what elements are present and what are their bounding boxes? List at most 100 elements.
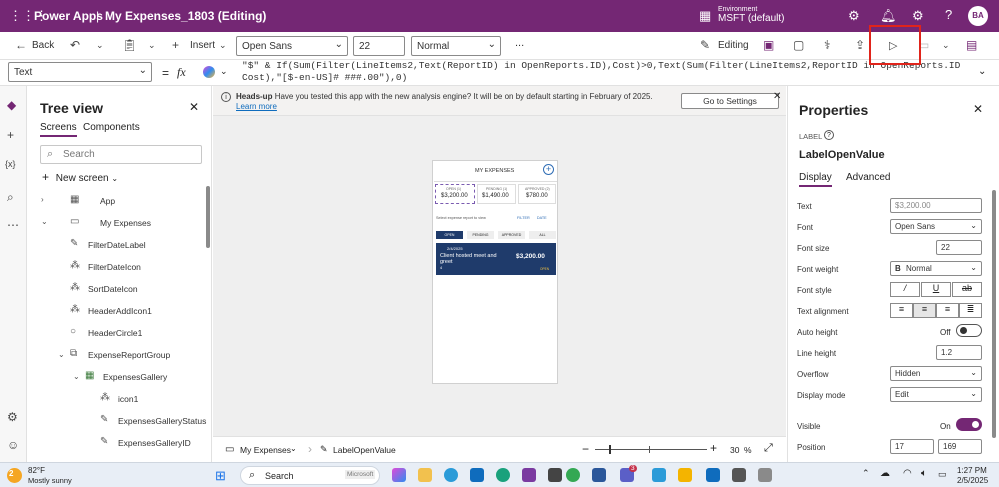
tree-item-app[interactable]: App xyxy=(100,196,115,206)
learn-more-link[interactable]: Learn more xyxy=(236,102,277,111)
wifi-icon[interactable]: ◠ xyxy=(903,468,912,479)
help-icon[interactable]: ? xyxy=(945,8,952,21)
go-to-settings-button[interactable]: Go to Settings xyxy=(681,93,779,109)
tray-chevron-icon[interactable]: ⌃ xyxy=(862,468,870,479)
edge-dev-icon[interactable] xyxy=(496,468,510,482)
stat-pending[interactable]: PENDING (1) $1,490.00 xyxy=(477,184,516,204)
undo-icon[interactable]: ↶ xyxy=(70,38,80,52)
tab-components[interactable]: Components xyxy=(83,122,140,133)
app-icon[interactable] xyxy=(652,468,666,482)
prop-line-height-input[interactable]: 1.2 xyxy=(936,345,982,360)
font-family-select[interactable]: Open Sans ⌄ xyxy=(236,36,348,56)
property-select[interactable]: Text ⌄ xyxy=(8,62,152,82)
strikethrough-button[interactable]: ab xyxy=(952,282,982,297)
tree-item-expensereportgroup[interactable]: ExpenseReportGroup xyxy=(88,350,170,360)
tree-item-expensesgallery[interactable]: ExpensesGallery xyxy=(103,372,167,382)
italic-button[interactable]: / xyxy=(890,282,920,297)
back-button[interactable]: Back xyxy=(32,40,54,51)
filter-date-label[interactable]: FILTER DATE xyxy=(517,216,547,220)
volume-icon[interactable]: 🔈︎ xyxy=(921,468,927,479)
tab-approved[interactable]: APPROVED xyxy=(498,231,525,239)
zoom-out-icon[interactable]: − xyxy=(582,442,589,456)
tree-item-filterdateicon[interactable]: FilterDateIcon xyxy=(88,262,141,272)
back-arrow-icon[interactable]: ← xyxy=(15,38,27,52)
tree-item-headeraddicon1[interactable]: HeaderAddIcon1 xyxy=(88,306,152,316)
control-breadcrumb[interactable]: LabelOpenValue xyxy=(333,445,396,455)
tree-item-my-expenses[interactable]: My Expenses xyxy=(100,218,151,228)
prop-display-mode-select[interactable]: Edit ⌄ xyxy=(890,387,982,402)
copilot-taskbar-icon[interactable] xyxy=(392,468,406,482)
chevron-right-icon[interactable]: › xyxy=(41,195,44,204)
properties-scrollbar[interactable] xyxy=(992,190,996,438)
tab-advanced[interactable]: Advanced xyxy=(846,172,890,183)
prop-position-y-input[interactable]: 169 xyxy=(938,439,982,454)
environment-picker[interactable]: Environment MSFT (default) xyxy=(718,5,785,24)
taskbar-search[interactable]: ⌕ Search Microsoft xyxy=(240,466,380,485)
header-add-icon[interactable]: + xyxy=(543,164,554,175)
prop-font-size-input[interactable]: 22 xyxy=(936,240,982,255)
tab-screens[interactable]: Screens xyxy=(40,122,77,137)
battery-icon[interactable]: ▭ xyxy=(938,469,947,480)
align-right-button[interactable]: ≡ xyxy=(936,303,959,318)
tree-scrollbar[interactable] xyxy=(206,186,210,248)
close-icon[interactable]: ✕ xyxy=(189,100,199,114)
chevron-down-icon[interactable]: ⌄ xyxy=(219,40,227,51)
tree-item-headercircle1[interactable]: HeaderCircle1 xyxy=(88,328,142,338)
insert-button[interactable]: Insert xyxy=(190,40,215,51)
chevron-down-icon[interactable]: ⌄ xyxy=(41,217,48,226)
variables-icon[interactable]: {x} xyxy=(5,159,16,169)
plus-icon[interactable]: + xyxy=(172,38,179,52)
word-icon[interactable] xyxy=(592,468,606,482)
terminal-icon[interactable] xyxy=(548,468,562,482)
tree-item-icon1[interactable]: icon1 xyxy=(118,394,138,404)
brand-name[interactable]: Power Apps xyxy=(34,9,103,23)
virtual-agent-icon[interactable]: ☺ xyxy=(7,438,19,452)
file-explorer-icon[interactable] xyxy=(418,468,432,482)
app-screen-preview[interactable]: MY EXPENSES + OPEN (1) $3,200.00 PENDING… xyxy=(432,160,558,384)
align-left-button[interactable]: ≡ xyxy=(890,303,913,318)
notifications-icon[interactable]: 🔔︎ xyxy=(880,9,897,22)
visible-toggle[interactable] xyxy=(956,418,982,431)
stat-open[interactable]: OPEN (1) $3,200.00 xyxy=(435,184,475,204)
auto-height-toggle[interactable] xyxy=(956,324,982,337)
tree-item-sortdateicon[interactable]: SortDateIcon xyxy=(88,284,138,294)
prop-font-select[interactable]: Open Sans ⌄ xyxy=(890,219,982,234)
more-icon[interactable]: ⋯ xyxy=(7,218,19,232)
settings-icon[interactable]: ⚙ xyxy=(912,9,924,22)
expense-card[interactable]: 2/4/2025 Client hosted meet and greet $3… xyxy=(436,243,556,275)
paste-icon[interactable]: 📋︎ xyxy=(122,38,137,52)
zoom-slider-thumb[interactable] xyxy=(609,445,611,454)
start-icon[interactable]: ⊞ xyxy=(215,468,226,484)
new-screen-button[interactable]: + New screen ⌄ xyxy=(42,170,118,184)
chevron-down-icon[interactable]: ⌄ xyxy=(220,66,228,77)
chevron-down-icon[interactable]: ⌄ xyxy=(148,40,156,51)
onenote-icon[interactable] xyxy=(522,468,536,482)
prop-text-input[interactable]: $3,200.00 xyxy=(890,198,982,213)
app-checker-icon[interactable]: ▣ xyxy=(763,38,774,52)
prop-overflow-select[interactable]: Hidden ⌄ xyxy=(890,366,982,381)
onedrive-icon[interactable]: ☁ xyxy=(880,468,890,479)
chevron-down-icon[interactable]: ⌄ xyxy=(73,372,80,381)
formula-input[interactable]: "$" & If(Sum(Filter(LineItems2,Text(Repo… xyxy=(242,60,962,86)
outlook-icon[interactable] xyxy=(470,468,484,482)
layers-icon[interactable]: ◆ xyxy=(7,98,16,112)
chrome-icon[interactable] xyxy=(566,468,580,482)
tab-open[interactable]: OPEN xyxy=(436,231,463,239)
copilot-icon[interactable]: ⚙ xyxy=(848,9,860,22)
avatar[interactable]: BA xyxy=(968,6,988,26)
clock-time[interactable]: 1:27 PM xyxy=(957,466,987,475)
tree-item-expensesgallerystatus[interactable]: ExpensesGalleryStatus xyxy=(118,416,206,426)
screen-breadcrumb[interactable]: My Expenses xyxy=(240,445,291,455)
app-icon[interactable] xyxy=(706,468,720,482)
chevron-down-icon[interactable]: ⌄ xyxy=(942,40,950,51)
more-button[interactable]: ... xyxy=(515,37,524,49)
editing-mode-button[interactable]: Editing xyxy=(718,40,749,51)
tree-item-filterdatelabel[interactable]: FilterDateLabel xyxy=(88,240,146,250)
search-icon[interactable]: ⌕ xyxy=(7,190,14,205)
chevron-down-icon[interactable]: ⌄ xyxy=(290,444,297,453)
chevron-down-icon[interactable]: ⌄ xyxy=(96,40,104,51)
help-icon[interactable]: ? xyxy=(824,130,834,140)
prop-position-x-input[interactable]: 17 xyxy=(890,439,934,454)
app-icon[interactable] xyxy=(732,468,746,482)
comments-icon[interactable]: ▢ xyxy=(793,38,804,52)
